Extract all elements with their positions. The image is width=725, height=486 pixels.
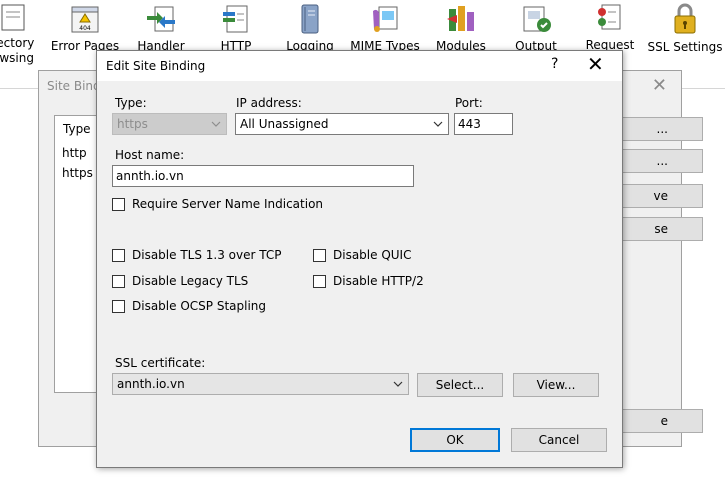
ssl-certificate-value: annth.io.vn	[117, 377, 185, 391]
chevron-down-icon	[433, 121, 443, 127]
directory-browsing-icon	[0, 2, 30, 32]
ok-button[interactable]: OK	[410, 428, 500, 452]
disable-quic-label: Disable QUIC	[333, 248, 412, 262]
list-item[interactable]: https	[62, 166, 93, 180]
feature-ssl-settings[interactable]: SSL Settings	[642, 2, 725, 54]
edit-site-binding-dialog: Edit Site Binding ? ✕ Type: https IP add…	[96, 50, 623, 468]
checkbox-box	[112, 299, 125, 313]
type-label: Type:	[115, 96, 147, 110]
ssl-certificate-select[interactable]: annth.io.vn	[112, 373, 409, 395]
disable-ocsp-stapling-checkbox[interactable]: Disable OCSP Stapling	[112, 299, 266, 313]
disable-legacy-tls-checkbox[interactable]: Disable Legacy TLS	[112, 274, 248, 288]
select-certificate-button[interactable]: Select...	[417, 373, 503, 397]
list-header-type[interactable]: Type	[63, 122, 91, 136]
mime-types-icon	[368, 2, 402, 35]
error-code-text: 404	[79, 25, 91, 32]
help-icon[interactable]: ?	[551, 56, 558, 72]
modules-icon	[444, 2, 478, 35]
require-sni-label: Require Server Name Indication	[132, 197, 324, 211]
feature-label-line2: owsing	[0, 51, 34, 65]
checkbox-box	[313, 274, 326, 288]
ssl-certificate-label: SSL certificate:	[115, 356, 206, 370]
feature-request-filtering[interactable]: Request ing	[567, 2, 653, 67]
list-item[interactable]: http	[62, 146, 87, 160]
handler-mappings-icon	[144, 2, 178, 35]
ssl-lock-icon	[668, 2, 702, 36]
ip-address-label: IP address:	[236, 96, 302, 110]
cancel-button[interactable]: Cancel	[511, 428, 607, 452]
feature-mime-types[interactable]: MIME Types	[342, 2, 428, 54]
host-name-input[interactable]: annth.io.vn	[112, 165, 414, 187]
port-input[interactable]: 443	[454, 113, 513, 135]
type-select[interactable]: https	[112, 113, 227, 135]
chevron-down-icon	[211, 121, 221, 127]
feature-label: SSL Settings	[647, 40, 723, 54]
host-name-label: Host name:	[115, 148, 185, 162]
view-certificate-button[interactable]: View...	[513, 373, 599, 397]
disable-tls13-label: Disable TLS 1.3 over TCP	[132, 248, 282, 262]
ip-address-select[interactable]: All Unassigned	[235, 113, 449, 135]
dialog-titlebar[interactable]: Edit Site Binding ? ✕	[97, 51, 622, 81]
checkbox-box	[313, 248, 326, 262]
request-filtering-icon	[593, 2, 627, 34]
http-headers-icon	[219, 2, 253, 35]
disable-tls13-checkbox[interactable]: Disable TLS 1.3 over TCP	[112, 248, 282, 262]
feature-modules[interactable]: Modules	[418, 2, 504, 54]
feature-error-pages[interactable]: 404 Error Pages	[42, 2, 128, 54]
feature-handler-mappings[interactable]: Handler	[118, 2, 204, 54]
feature-logging[interactable]: Logging	[267, 2, 353, 54]
disable-quic-checkbox[interactable]: Disable QUIC	[313, 248, 411, 262]
dialog-title: Edit Site Binding	[106, 59, 206, 73]
close-icon[interactable]: ✕	[652, 75, 667, 96]
error-pages-icon: 404	[68, 2, 102, 35]
require-sni-checkbox[interactable]: Require Server Name Indication	[112, 197, 323, 211]
close-icon[interactable]: ✕	[587, 53, 604, 75]
port-label: Port:	[455, 96, 483, 110]
disable-http2-label: Disable HTTP/2	[333, 274, 424, 288]
logging-icon	[293, 2, 327, 35]
feature-label: rectory	[0, 36, 35, 50]
output-caching-icon	[519, 2, 553, 35]
ip-address-value: All Unassigned	[240, 117, 329, 131]
checkbox-box	[112, 197, 125, 211]
disable-ocsp-stapling-label: Disable OCSP Stapling	[132, 299, 267, 313]
type-select-value: https	[117, 117, 148, 131]
checkbox-box	[112, 274, 125, 288]
chevron-down-icon	[393, 381, 403, 387]
disable-http2-checkbox[interactable]: Disable HTTP/2	[313, 274, 424, 288]
disable-legacy-tls-label: Disable Legacy TLS	[132, 274, 249, 288]
checkbox-box	[112, 248, 125, 262]
